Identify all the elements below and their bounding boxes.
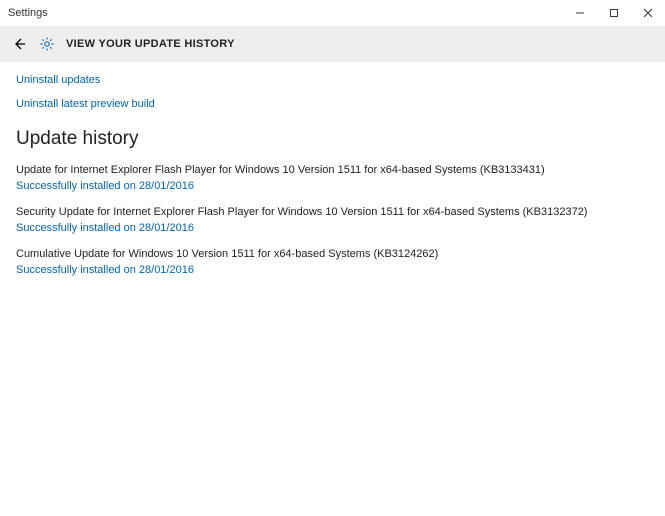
minimize-button[interactable] <box>563 0 597 26</box>
minimize-icon <box>575 8 585 18</box>
update-item: Security Update for Internet Explorer Fl… <box>16 206 649 234</box>
content-area: Uninstall updates Uninstall latest previ… <box>0 62 665 302</box>
back-arrow-icon <box>11 36 27 52</box>
update-item: Cumulative Update for Windows 10 Version… <box>16 248 649 276</box>
page-title: VIEW YOUR UPDATE HISTORY <box>66 38 235 50</box>
section-heading: Update history <box>16 128 649 150</box>
back-button[interactable] <box>10 35 28 53</box>
update-title: Security Update for Internet Explorer Fl… <box>16 206 649 218</box>
page-header: VIEW YOUR UPDATE HISTORY <box>0 26 665 62</box>
close-button[interactable] <box>631 0 665 26</box>
update-title: Cumulative Update for Windows 10 Version… <box>16 248 649 260</box>
uninstall-preview-link[interactable]: Uninstall latest preview build <box>16 98 155 110</box>
settings-gear-icon <box>38 35 56 53</box>
update-item: Update for Internet Explorer Flash Playe… <box>16 164 649 192</box>
maximize-button[interactable] <box>597 0 631 26</box>
window-controls <box>563 0 665 26</box>
close-icon <box>643 8 653 18</box>
maximize-icon <box>609 8 619 18</box>
titlebar: Settings <box>0 0 665 26</box>
update-title: Update for Internet Explorer Flash Playe… <box>16 164 649 176</box>
app-title: Settings <box>8 7 48 19</box>
update-status-link[interactable]: Successfully installed on 28/01/2016 <box>16 222 194 234</box>
update-status-link[interactable]: Successfully installed on 28/01/2016 <box>16 264 194 276</box>
update-status-link[interactable]: Successfully installed on 28/01/2016 <box>16 180 194 192</box>
uninstall-updates-link[interactable]: Uninstall updates <box>16 74 100 86</box>
